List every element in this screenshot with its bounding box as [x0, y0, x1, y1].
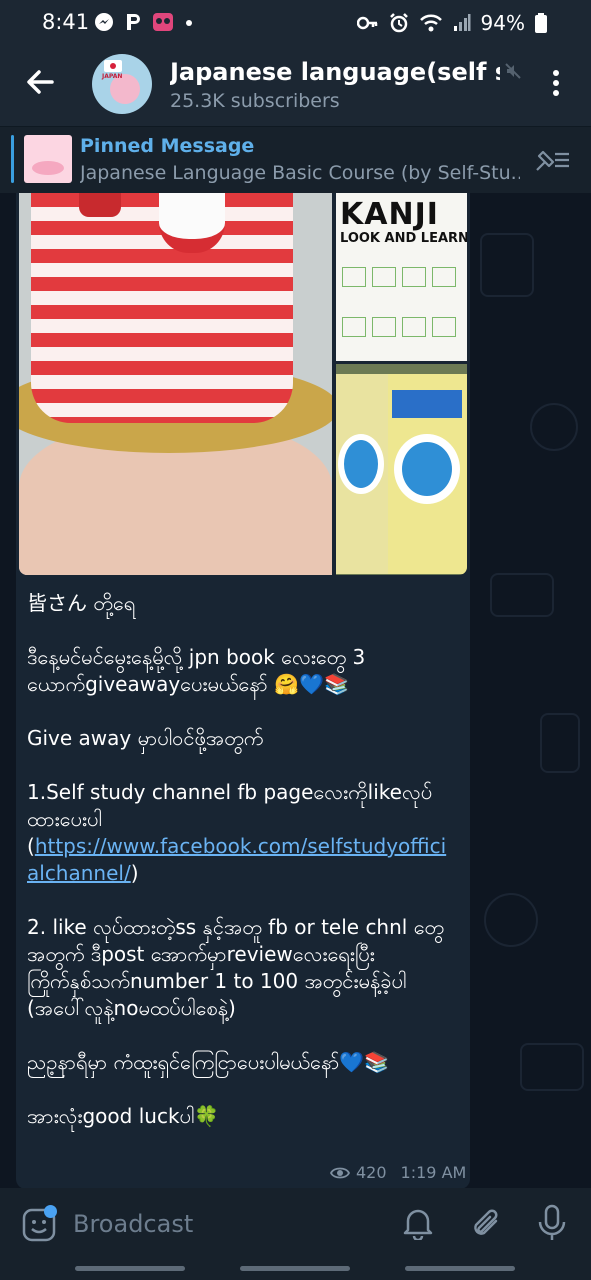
status-bar: 8:41 94% — [0, 0, 591, 44]
p-app-icon — [127, 14, 140, 30]
cake-photo[interactable] — [19, 193, 332, 575]
nav-gesture-handle[interactable] — [75, 1266, 185, 1271]
background-doodle — [480, 233, 534, 297]
status-right-icons: 94% — [356, 11, 547, 35]
signal-icon — [453, 14, 471, 31]
battery-icon — [535, 13, 547, 33]
broadcast-input[interactable]: Broadcast — [73, 1210, 193, 1238]
emoji-badge-dot — [44, 1205, 57, 1218]
back-arrow-icon[interactable] — [24, 66, 56, 98]
post-line: အားလုံးgood luckပါ🍀 — [27, 1104, 220, 1128]
kanji-cell — [372, 317, 396, 337]
microphone-icon[interactable] — [536, 1204, 568, 1242]
cake-topper-small — [79, 193, 121, 217]
views-eye-icon — [330, 1167, 350, 1178]
attachment-icon[interactable] — [470, 1206, 502, 1240]
channel-title[interactable]: Japanese language(self st... — [170, 58, 500, 86]
status-left-icons — [94, 12, 194, 32]
kanji-cell — [372, 267, 396, 287]
chat-area[interactable]: KANJI LOOK AND LEARN 皆さん တို့ရေ ဒီနေ့မင်… — [0, 193, 591, 1188]
chat-header: JAPAN Japanese language(self st... 25.3K… — [0, 44, 591, 126]
background-doodle — [530, 403, 578, 451]
post-line: 2. like လုပ်ထားတဲ့ss နှင့်အတူ fb or tele… — [27, 915, 445, 993]
kanji-book-photo[interactable]: KANJI LOOK AND LEARN — [336, 193, 467, 361]
post-line: 皆さん တို့ရေ — [27, 591, 136, 615]
notification-bell-icon[interactable] — [402, 1206, 434, 1240]
background-doodle — [540, 713, 580, 773]
kanji-cover-subtitle: LOOK AND LEARN — [340, 231, 467, 246]
background-doodle — [490, 573, 554, 617]
messenger-icon — [95, 13, 113, 31]
link-close-paren: ) — [130, 861, 139, 885]
avatar-label: JAPAN — [102, 73, 123, 80]
pinned-message-bar[interactable]: Pinned Message Japanese Language Basic C… — [0, 126, 591, 193]
post-line: ဒီနေ့မင်မင်မွေးနေ့မို့လို့ jpn book လေးတ… — [27, 645, 366, 696]
system-nav-bar — [0, 1260, 591, 1280]
post-link-line: (https://www.facebook.com/selfstudyoffic… — [27, 833, 457, 887]
post-line: (အပေါ်လူနဲ့noမထပ်ပါစေနဲ့) — [27, 996, 236, 1020]
channel-post-bubble[interactable]: KANJI LOOK AND LEARN 皆さん တို့ရေ ဒီနေ့မင်… — [16, 193, 470, 1188]
post-line: Give away မှာပါဝင်ဖို့အတွက် — [27, 726, 264, 750]
kanji-cell — [432, 267, 456, 287]
nav-gesture-handle[interactable] — [405, 1266, 515, 1271]
alarm-icon — [389, 13, 408, 33]
post-line: ညဉ့နာရီမှာ ကံထူးရှင်ကြေငြာပေးပါမယ်နော်💙📚 — [27, 1050, 390, 1074]
doraemon-face — [394, 434, 460, 504]
post-text: 皆さん တို့ရေ ဒီနေ့မင်မင်မွေးနေ့မို့လို့ jp… — [27, 590, 457, 1130]
nav-gesture-handle[interactable] — [240, 1266, 350, 1271]
background-doodle — [520, 1043, 584, 1091]
key-icon — [356, 16, 377, 30]
status-time: 8:41 — [42, 10, 90, 34]
more-options-icon[interactable] — [548, 70, 564, 100]
view-count: 420 — [356, 1163, 387, 1182]
pinned-indicator — [11, 135, 14, 183]
book-banner — [392, 390, 462, 418]
post-meta: 420 1:19 AM — [330, 1163, 466, 1182]
wifi-icon — [419, 14, 442, 32]
facebook-link[interactable]: https://www.facebook.com/selfstudyoffici… — [27, 834, 446, 885]
cake-topper-figure — [159, 193, 225, 253]
pinned-title: Pinned Message — [80, 135, 255, 157]
kanji-cell — [402, 317, 426, 337]
kanji-cell — [402, 267, 426, 287]
doraemon-books-photo[interactable] — [336, 364, 467, 575]
channel-avatar[interactable]: JAPAN — [92, 54, 152, 114]
kanji-cell — [432, 317, 456, 337]
doraemon-face — [338, 434, 384, 494]
pinned-list-icon[interactable] — [533, 144, 571, 174]
pinned-thumbnail — [24, 135, 72, 183]
link-open-paren: ( — [27, 834, 35, 858]
background-doodle — [484, 893, 538, 947]
subscriber-count: 25.3K subscribers — [170, 90, 340, 112]
japan-flag-icon — [104, 60, 122, 72]
battery-percentage: 94% — [480, 11, 525, 35]
notification-dot — [186, 20, 192, 26]
post-line: 1.Self study channel fb pageလေးကိုlikeလု… — [27, 780, 433, 831]
pinned-text: Japanese Language Basic Course (by Self-… — [80, 162, 520, 184]
kanji-cover-title: KANJI — [340, 197, 439, 232]
muted-icon — [505, 63, 521, 79]
panda-icon — [153, 13, 173, 31]
post-time: 1:19 AM — [400, 1163, 467, 1182]
composer-bar: Broadcast — [0, 1188, 591, 1260]
kanji-cell — [342, 317, 366, 337]
kanji-cell — [342, 267, 366, 287]
